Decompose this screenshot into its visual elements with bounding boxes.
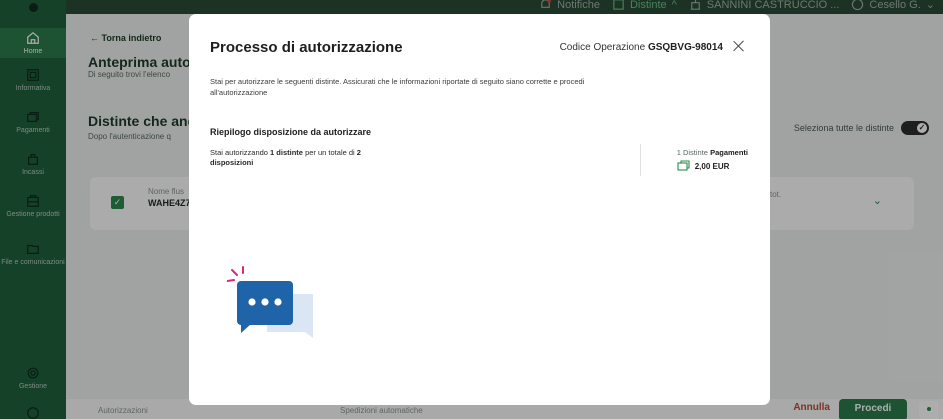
modal-title: Processo di autorizzazione xyxy=(210,39,403,56)
payment-card-icon xyxy=(677,160,690,171)
summary-right: 1 Distinte Pagamenti 2,00 EUR xyxy=(676,148,748,172)
chat-bubbles-illustration xyxy=(227,266,313,338)
summary-title: Riepilogo disposizione da autorizzare xyxy=(210,127,372,137)
authorization-modal: Processo di autorizzazione Codice Operaz… xyxy=(189,14,770,405)
divider xyxy=(640,144,641,176)
operation-code: Codice Operazione GSQBVG-98014 xyxy=(559,42,723,53)
summary-text: Stai autorizzando 1 distinte per un tota… xyxy=(210,148,361,167)
close-icon[interactable] xyxy=(732,39,746,53)
modal-intro-text: Stai per autorizzare le seguenti distint… xyxy=(210,77,585,97)
amount-row: 2,00 EUR xyxy=(677,160,748,172)
